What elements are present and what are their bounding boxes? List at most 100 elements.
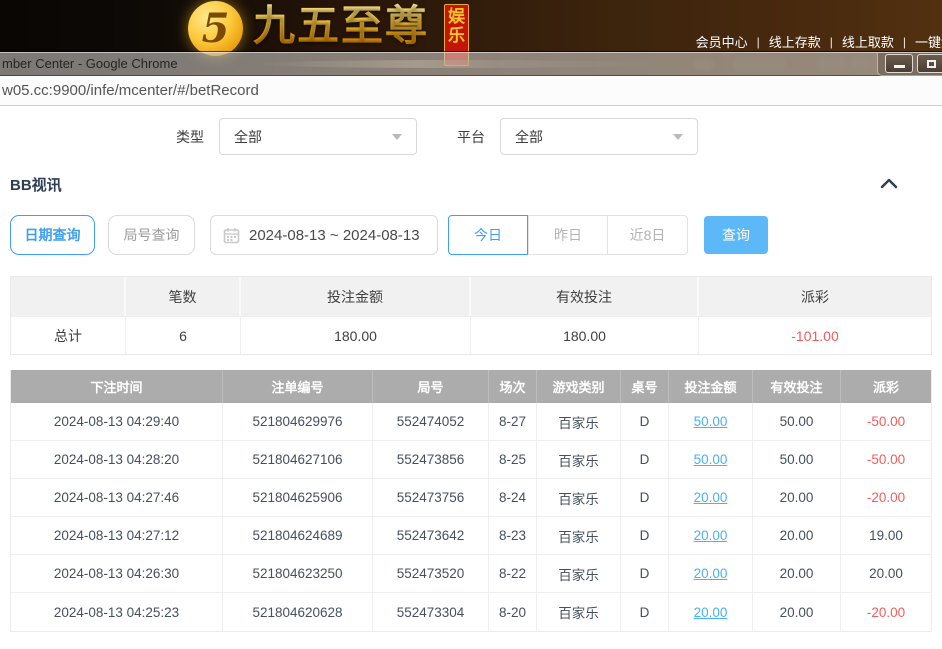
summary-bet-amount-value: 180.00 (241, 316, 471, 354)
bet-amount-link[interactable]: 20.00 (694, 490, 728, 505)
table-cell: 2024-08-13 04:27:46 (11, 479, 223, 516)
round-query-button[interactable]: 局号查询 (108, 215, 195, 255)
table-cell: D (621, 593, 669, 631)
bet-amount-cell: 20.00 (669, 479, 753, 516)
detail-header-8: 派彩 (841, 370, 931, 403)
table-cell: 8-27 (489, 403, 537, 440)
table-cell: 20.00 (753, 593, 841, 631)
table-cell: 百家乐 (537, 479, 621, 516)
yesterday-button[interactable]: 昨日 (528, 215, 608, 255)
summary-table-header: 笔数 投注金额 有效投注 派彩 (11, 277, 931, 316)
table-cell: 百家乐 (537, 441, 621, 478)
today-button[interactable]: 今日 (448, 215, 528, 255)
last-8-days-button[interactable]: 近8日 (608, 215, 688, 255)
detail-header-0: 下注时间 (11, 370, 223, 403)
calendar-icon (223, 227, 240, 244)
summary-header-valid-bet: 有效投注 (471, 277, 699, 316)
platform-select[interactable]: 全部 (500, 118, 698, 155)
summary-payout-value: -101.00 (699, 316, 931, 354)
bet-amount-cell: 20.00 (669, 555, 753, 592)
top-nav: 会员中心|线上存款|线上取款|一键划 (696, 32, 942, 51)
summary-header-count: 笔数 (126, 277, 241, 316)
quick-date-group: 今日 昨日 近8日 (448, 215, 688, 255)
table-cell: 百家乐 (537, 555, 621, 592)
nav-link-0[interactable]: 会员中心 (696, 32, 748, 51)
section-header: BB视讯 (10, 174, 922, 195)
bet-amount-link[interactable]: 20.00 (694, 605, 728, 620)
minimize-icon (894, 65, 905, 68)
bet-amount-link[interactable]: 20.00 (694, 528, 728, 543)
section-title: BB视讯 (10, 177, 62, 194)
detail-header-3: 场次 (489, 370, 537, 403)
table-cell: 2024-08-13 04:27:12 (11, 517, 223, 554)
table-cell: 521804623250 (223, 555, 373, 592)
table-cell: 521804625906 (223, 479, 373, 516)
nav-link-3[interactable]: 一键划 (915, 32, 942, 51)
summary-header-bet-amount: 投注金额 (241, 277, 471, 316)
maximize-icon (927, 60, 936, 68)
detail-header-1: 注单编号 (223, 370, 373, 403)
summary-total-row: 总计 6 180.00 180.00 -101.00 (11, 316, 931, 354)
maximize-button[interactable] (917, 54, 942, 73)
table-cell: 8-22 (489, 555, 537, 592)
search-button[interactable]: 查询 (704, 216, 768, 254)
window-controls (877, 53, 942, 76)
table-cell: 2024-08-13 04:29:40 (11, 403, 223, 440)
nav-link-2[interactable]: 线上取款 (842, 32, 894, 51)
table-cell: -20.00 (841, 593, 931, 631)
table-cell: D (621, 555, 669, 592)
table-cell: 521804624689 (223, 517, 373, 554)
detail-header-5: 桌号 (621, 370, 669, 403)
bet-record-table-header: 下注时间注单编号局号场次游戏类别桌号投注金额有效投注派彩 (11, 370, 931, 403)
table-cell: 521804629976 (223, 403, 373, 440)
redacted-text-3 (818, 57, 845, 70)
table-row: 2024-08-13 04:29:40521804629976552474052… (11, 403, 931, 441)
badge-char-2: 乐 (448, 26, 465, 45)
table-cell: 50.00 (753, 403, 841, 440)
platform-filter-label: 平台 (457, 127, 485, 147)
browser-titlebar[interactable]: mber Center - Google Chrome (0, 52, 942, 76)
table-cell: 8-24 (489, 479, 537, 516)
bet-record-table: 下注时间注单编号局号场次游戏类别桌号投注金额有效投注派彩 2024-08-13 … (10, 370, 932, 632)
nav-link-1[interactable]: 线上存款 (769, 32, 821, 51)
type-select[interactable]: 全部 (219, 118, 417, 155)
table-cell: 百家乐 (537, 593, 621, 631)
window-title: mber Center - Google Chrome (2, 56, 178, 71)
summary-table: 笔数 投注金额 有效投注 派彩 总计 6 180.00 180.00 -101.… (10, 276, 932, 355)
query-bar: 日期查询 局号查询 2024-08-13 ~ 2024-08-13 今日 昨日 … (10, 215, 768, 255)
table-cell: 8-23 (489, 517, 537, 554)
badge-char-1: 娱 (448, 7, 465, 26)
bet-amount-cell: 20.00 (669, 593, 753, 631)
summary-header-payout: 派彩 (699, 277, 931, 316)
browser-urlbar[interactable]: w05.cc:9900/infe/mcenter/#/betRecord (0, 76, 942, 106)
redacted-text-4 (849, 57, 868, 70)
table-row: 2024-08-13 04:28:20521804627106552473856… (11, 441, 931, 479)
table-cell: -50.00 (841, 441, 931, 478)
page-content: 类型 全部 平台 全部 BB视讯 日期查询 局号查询 (0, 106, 942, 649)
table-row: 2024-08-13 04:25:23521804620628552473304… (11, 593, 931, 631)
redacted-text-2 (733, 59, 786, 70)
date-query-button[interactable]: 日期查询 (10, 215, 95, 255)
chevron-down-icon (673, 134, 683, 140)
table-cell: 552473520 (373, 555, 489, 592)
summary-total-label: 总计 (11, 316, 126, 354)
bet-amount-cell: 50.00 (669, 403, 753, 440)
table-cell: 50.00 (753, 441, 841, 478)
date-range-value: 2024-08-13 ~ 2024-08-13 (249, 227, 420, 244)
table-cell: 百家乐 (537, 517, 621, 554)
bet-amount-link[interactable]: 50.00 (694, 452, 728, 467)
nav-separator: | (903, 35, 906, 49)
chevron-up-icon[interactable] (880, 176, 898, 194)
table-cell: 552473642 (373, 517, 489, 554)
table-cell: 521804627106 (223, 441, 373, 478)
type-filter-label: 类型 (176, 127, 204, 147)
table-cell: 521804620628 (223, 593, 373, 631)
table-cell: 19.00 (841, 517, 931, 554)
minimize-button[interactable] (885, 54, 913, 73)
bet-amount-link[interactable]: 20.00 (694, 566, 728, 581)
table-cell: D (621, 441, 669, 478)
summary-header-blank (11, 277, 126, 316)
bet-amount-link[interactable]: 50.00 (694, 414, 728, 429)
logo-symbol: 5 (202, 9, 230, 49)
date-range-input[interactable]: 2024-08-13 ~ 2024-08-13 (210, 215, 438, 255)
